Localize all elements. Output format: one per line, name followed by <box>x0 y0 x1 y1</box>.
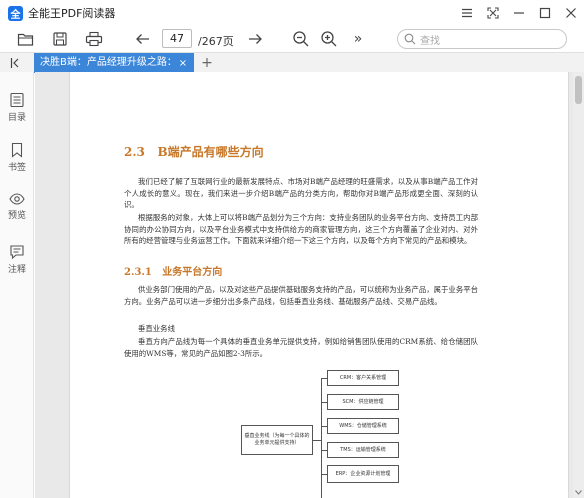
save-icon[interactable] <box>50 29 70 49</box>
section-number: 2.3 <box>124 145 145 159</box>
tab-bar: 决胜B端：产品经理升级之路： × + <box>0 52 584 73</box>
scroll-down-icon[interactable] <box>573 487 584 498</box>
sidebar-item-label: 预览 <box>7 211 26 221</box>
minimize-icon[interactable] <box>506 0 532 26</box>
search-placeholder: 查找 <box>420 35 440 47</box>
eye-icon <box>9 193 25 205</box>
sidebar-item-annotations[interactable]: 注释 <box>0 244 34 275</box>
app-logo-icon: 全 <box>8 5 23 21</box>
subsection-title: 业务平台方向 <box>162 267 223 278</box>
maximize-icon[interactable] <box>532 0 558 26</box>
close-icon[interactable] <box>558 0 584 26</box>
zoom-out-icon[interactable] <box>291 29 311 49</box>
bookmark-icon <box>11 142 23 158</box>
scrollbar-thumb[interactable] <box>575 76 582 104</box>
fullscreen-icon[interactable] <box>480 0 506 26</box>
sidebar-item-toc[interactable]: 目录 <box>0 92 34 123</box>
collapse-sidebar-icon[interactable] <box>6 54 24 72</box>
pdf-page: 2.3 B端产品有哪些方向 我们已经了解了互联网行业的最新发展特点、市场对B端产… <box>69 72 569 498</box>
app-title: 全能王PDF阅读器 <box>28 7 116 20</box>
sidebar-item-bookmarks[interactable]: 书签 <box>0 142 34 173</box>
comment-icon <box>10 245 24 260</box>
diagram-trunk <box>321 378 322 498</box>
section-heading: 2.3 B端产品有哪些方向 <box>124 143 264 160</box>
document-tab-label: 决胜B端：产品经理升级之路： <box>40 57 177 68</box>
page-number-input[interactable]: 47 <box>162 29 192 48</box>
diagram-child-box: TMS：运输管理系统 <box>327 442 399 458</box>
window-controls <box>454 0 584 26</box>
tab-close-glyph: × <box>178 57 188 69</box>
section-title: B端产品有哪些方向 <box>157 145 264 159</box>
document-tab[interactable]: 决胜B端：产品经理升级之路： <box>34 53 194 73</box>
subsection-number: 2.3.1 <box>124 267 152 278</box>
menu-icon[interactable] <box>454 0 480 26</box>
diagram-child-box: ERP：企业资源计划管理 <box>327 465 399 483</box>
diagram-child-box: CRM：客户关系管理 <box>327 370 399 386</box>
title-bar: 全 全能王PDF阅读器 <box>0 0 584 26</box>
sidebar-item-label: 目录 <box>7 113 26 123</box>
search-input[interactable]: 查找 <box>397 29 567 49</box>
paragraph-intro: 我们已经了解了互联网行业的最新发展特点、市场对B端产品经理的旺盛需求，以及从事B… <box>124 177 478 210</box>
vertical-line-title: 垂直业务线 <box>138 324 175 333</box>
diagram-root-box: 垂直业务线（为每一个具体的业务单元提供支持） <box>241 425 313 455</box>
sidebar: 目录 书签 预览 注释 <box>0 72 34 498</box>
print-icon[interactable] <box>84 29 104 49</box>
subsection-heading: 2.3.1 业务平台方向 <box>124 263 222 278</box>
page-total-label: /267页 <box>198 35 234 48</box>
more-tools-icon[interactable]: » <box>348 29 368 49</box>
search-icon <box>404 33 416 45</box>
diagram-child-box: SCM：供应链管理 <box>327 394 399 410</box>
sidebar-item-label: 书签 <box>7 163 26 173</box>
diagram-child-box: WMS：仓储管理系统 <box>327 418 399 434</box>
new-tab-glyph: + <box>201 55 213 71</box>
paragraph-vertical-line: 垂直方向产品线为每一个具体的垂直业务单元提供支持，例如给销售团队使用的CRM系统… <box>124 337 478 358</box>
next-page-arrow-icon[interactable] <box>245 29 265 49</box>
toolbar: 47 /267页 » 查找 <box>0 26 584 52</box>
open-folder-icon[interactable] <box>16 29 36 49</box>
tab-close-icon[interactable]: × <box>176 53 190 73</box>
paragraph-business-platform: 供业务部门使用的产品，以及对这些产品提供基础服务支持的产品，可以统称为业务产品，… <box>124 285 478 306</box>
sidebar-item-preview[interactable]: 预览 <box>0 192 34 221</box>
paragraph-directions: 根据服务的对象，大体上可以将B端产品划分为三个方向：支持业务团队的业务平台方向、… <box>124 213 478 246</box>
new-tab-icon[interactable]: + <box>199 54 215 72</box>
vertical-scrollbar[interactable] <box>573 72 584 498</box>
zoom-in-icon[interactable] <box>319 29 339 49</box>
sidebar-item-label: 注释 <box>7 265 26 275</box>
diagram-connector <box>313 440 321 441</box>
previous-page-arrow-icon[interactable] <box>133 29 153 49</box>
list-icon <box>10 92 24 108</box>
document-viewport[interactable]: 2.3 B端产品有哪些方向 我们已经了解了互联网行业的最新发展特点、市场对B端产… <box>35 72 584 498</box>
